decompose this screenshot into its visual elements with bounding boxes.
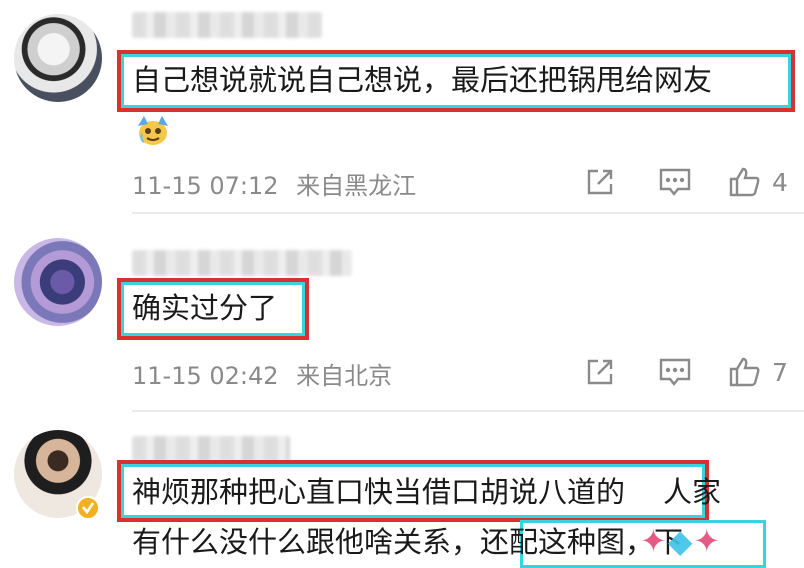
like-count: 4 — [772, 167, 788, 197]
verified-badge-icon — [76, 496, 100, 520]
avatar[interactable] — [14, 14, 102, 102]
highlighted-text: 神烦那种把心直口快当借口胡说八道的 — [132, 475, 626, 509]
username-blurred[interactable] — [132, 12, 322, 38]
like-button[interactable]: 7 — [728, 352, 788, 392]
comment-text: 确实过分了 — [132, 291, 278, 325]
like-button[interactable]: 4 — [728, 162, 788, 202]
avatar[interactable] — [14, 238, 102, 326]
comment-text: 自己想说就说自己想说，最后还把锅甩给网友 — [132, 63, 713, 97]
comment-button[interactable] — [658, 352, 692, 392]
share-button[interactable] — [584, 352, 616, 392]
timestamp: 11-15 07:12 — [132, 172, 279, 200]
highlighted-text: 还配这种图， — [480, 525, 655, 559]
thumb-up-icon — [728, 356, 762, 388]
emoji-icon — [134, 114, 170, 145]
comment-text-line-1: 神烦那种把心直口快当借口胡说八道的 人家 — [132, 472, 721, 512]
text-start: 有什么没什么跟他啥关系， — [132, 525, 481, 559]
share-button[interactable] — [584, 162, 616, 202]
username-blurred[interactable] — [132, 436, 290, 462]
share-icon — [584, 356, 616, 388]
comment-meta: 11-15 07:12 来自黑龙江 — [132, 166, 416, 201]
location: 来自北京 — [296, 362, 393, 390]
comment-2: 确实过分了 11-15 02:42 来自北京 7 — [0, 214, 804, 414]
comment-meta: 11-15 02:42 来自北京 — [132, 356, 392, 391]
comment-1: 自己想说就说自己想说，最后还把锅甩给网友 11-15 07:12 来自黑龙江 4 — [0, 0, 804, 214]
username-blurred[interactable] — [132, 250, 352, 276]
comment-text-line-2: 有什么没什么跟他啥关系，还配这种图，下 — [132, 522, 683, 562]
comment-button[interactable] — [658, 162, 692, 202]
timestamp: 11-15 02:42 — [132, 362, 279, 390]
comment-icon — [658, 166, 692, 198]
like-count: 7 — [772, 357, 788, 387]
thumb-up-icon — [728, 166, 762, 198]
comment-actions: 4 — [580, 162, 800, 202]
share-icon — [584, 166, 616, 198]
comment-actions: 7 — [580, 352, 800, 392]
comment-icon — [658, 356, 692, 388]
text-continuation: 人家 — [663, 475, 722, 509]
divider — [132, 410, 804, 412]
watermark-logo: ✦◆✦ — [640, 522, 722, 560]
location: 来自黑龙江 — [296, 172, 417, 200]
